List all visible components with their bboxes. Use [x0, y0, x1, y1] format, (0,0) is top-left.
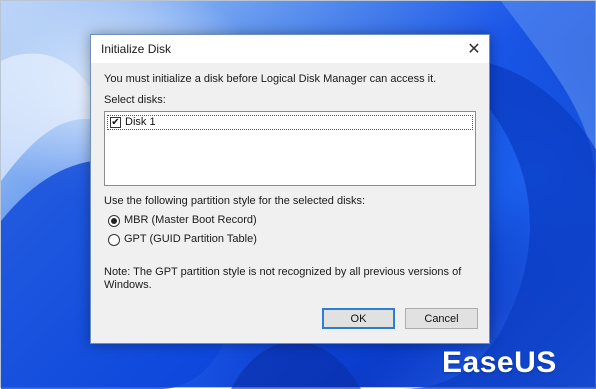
- radio-selected-dot: [111, 218, 117, 224]
- select-disks-label: Select disks:: [104, 94, 166, 106]
- disk-list-item[interactable]: ✔ Disk 1: [107, 115, 473, 130]
- close-icon[interactable]: ✕: [459, 35, 489, 63]
- cancel-button[interactable]: Cancel: [405, 308, 478, 329]
- gpt-option-label[interactable]: GPT (GUID Partition Table): [124, 233, 257, 245]
- disk-1-checkbox[interactable]: ✔: [110, 117, 121, 128]
- easeus-watermark-logo: EaseUS: [442, 346, 557, 379]
- disk-list[interactable]: ✔ Disk 1: [104, 111, 476, 186]
- mbr-radio[interactable]: [108, 215, 120, 227]
- initialize-disk-dialog: Initialize Disk ✕ You must initialize a …: [90, 34, 490, 344]
- dialog-title: Initialize Disk: [101, 42, 172, 56]
- disk-1-label: Disk 1: [125, 116, 156, 128]
- mbr-option-label[interactable]: MBR (Master Boot Record): [124, 214, 257, 226]
- note-text-line2: Windows.: [104, 279, 152, 291]
- note-text-line1: Note: The GPT partition style is not rec…: [104, 266, 462, 278]
- gpt-radio[interactable]: [108, 234, 120, 246]
- ok-button[interactable]: OK: [322, 308, 395, 329]
- partition-style-label: Use the following partition style for th…: [104, 195, 366, 207]
- dialog-titlebar: Initialize Disk ✕: [91, 35, 489, 63]
- intro-text: You must initialize a disk before Logica…: [104, 73, 437, 85]
